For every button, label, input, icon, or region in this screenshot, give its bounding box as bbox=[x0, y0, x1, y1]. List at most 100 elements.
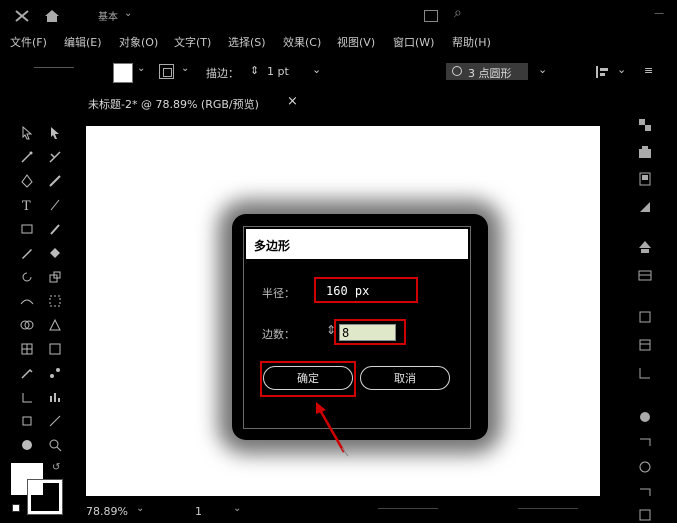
hand-tool-icon[interactable] bbox=[20, 438, 34, 452]
app-logo-icon bbox=[14, 9, 30, 26]
menu-view[interactable]: 视图(V) bbox=[337, 34, 375, 50]
status-divider bbox=[378, 508, 438, 509]
stroke-panel-icon[interactable] bbox=[638, 200, 652, 214]
character-panel-icon[interactable] bbox=[638, 485, 652, 499]
chevron-down-icon[interactable]: ⌄ bbox=[124, 8, 132, 19]
radius-label: 半径： bbox=[262, 287, 295, 300]
workspace-label[interactable]: 基本 bbox=[98, 8, 120, 23]
stroke-label: 描边： bbox=[206, 67, 239, 80]
stroke-chevron-down-icon[interactable]: ⌄ bbox=[181, 63, 189, 74]
menu-type[interactable]: 文字(T) bbox=[174, 34, 211, 50]
stroke-stepper-icon[interactable]: ⇕ bbox=[250, 64, 259, 77]
blend-tool-icon[interactable] bbox=[48, 366, 62, 380]
swap-colors-icon[interactable]: ↺ bbox=[52, 462, 60, 473]
home-icon[interactable] bbox=[44, 9, 60, 26]
line-tool-icon[interactable] bbox=[48, 198, 62, 212]
symbol-sprayer-tool-icon[interactable] bbox=[20, 390, 34, 404]
stroke-color-swatch[interactable] bbox=[27, 479, 63, 515]
menu-edit[interactable]: 编辑(E) bbox=[64, 34, 102, 50]
brush-selector[interactable]: 3 点圆形 bbox=[446, 63, 528, 80]
ok-button[interactable]: 确定 bbox=[263, 366, 353, 390]
type-tool-icon[interactable]: T bbox=[20, 198, 34, 212]
annotation-arrow bbox=[316, 402, 349, 457]
appearance-panel-icon[interactable] bbox=[638, 268, 652, 282]
zoom-tool-icon[interactable] bbox=[48, 438, 62, 452]
zoom-level[interactable]: 78.89% bbox=[86, 505, 128, 518]
paintbrush-tool-icon[interactable] bbox=[48, 222, 62, 236]
artboard-chevron-down-icon[interactable]: ⌄ bbox=[233, 503, 241, 514]
libraries-panel-icon[interactable] bbox=[638, 145, 652, 159]
brush-chevron-down-icon[interactable]: ⌄ bbox=[538, 63, 547, 76]
free-transform-tool-icon[interactable] bbox=[48, 294, 62, 308]
menu-window[interactable]: 窗口(W) bbox=[393, 34, 434, 50]
ok-button-label: 确定 bbox=[297, 372, 319, 385]
align-panel-icon[interactable] bbox=[638, 435, 652, 449]
menu-effect[interactable]: 效果(C) bbox=[283, 34, 321, 50]
panel-menu-icon[interactable]: ≡ bbox=[644, 64, 653, 77]
cancel-button[interactable]: 取消 bbox=[360, 366, 450, 390]
swatches-panel-icon[interactable] bbox=[638, 172, 652, 186]
rotate-tool-icon[interactable] bbox=[20, 270, 34, 284]
selection-tool-icon[interactable] bbox=[20, 126, 34, 140]
curvature-tool-icon[interactable] bbox=[48, 174, 62, 188]
align-icon[interactable] bbox=[596, 66, 610, 81]
selection-indicator bbox=[34, 67, 74, 68]
menu-bar: 文件(F) 编辑(E) 对象(O) 文字(T) 选择(S) 效果(C) 视图(V… bbox=[0, 32, 677, 52]
menu-select[interactable]: 选择(S) bbox=[228, 34, 266, 50]
gradient-tool-icon[interactable] bbox=[48, 342, 62, 356]
tools-panel: T ↺ bbox=[0, 118, 80, 523]
zoom-chevron-down-icon[interactable]: ⌄ bbox=[136, 503, 144, 514]
artboard-number[interactable]: 1 bbox=[195, 505, 202, 518]
properties-panel-icon[interactable] bbox=[638, 118, 652, 132]
menu-object[interactable]: 对象(O) bbox=[119, 34, 158, 50]
glyphs-panel-icon[interactable] bbox=[638, 460, 652, 474]
layers-panel-icon[interactable] bbox=[638, 310, 652, 324]
artboard-tool-icon[interactable] bbox=[20, 414, 34, 428]
status-divider bbox=[518, 508, 578, 509]
stroke-swatch[interactable] bbox=[159, 64, 174, 79]
eraser-tool-icon[interactable] bbox=[48, 246, 62, 260]
radius-input[interactable]: 160 px bbox=[314, 277, 418, 303]
width-tool-icon[interactable] bbox=[20, 294, 34, 308]
lasso-tool-icon[interactable] bbox=[48, 150, 62, 164]
sides-label: 边数： bbox=[262, 328, 295, 341]
color-panel-icon[interactable] bbox=[638, 240, 652, 254]
mesh-tool-icon[interactable] bbox=[20, 342, 34, 356]
menu-help[interactable]: 帮助(H) bbox=[452, 34, 491, 50]
arrange-documents-icon[interactable] bbox=[424, 10, 438, 22]
pathfinder-panel-icon[interactable] bbox=[638, 410, 652, 424]
search-icon[interactable]: ⌕ bbox=[454, 5, 462, 21]
column-graph-tool-icon[interactable] bbox=[48, 390, 62, 404]
pen-tool-icon[interactable] bbox=[20, 174, 34, 188]
direct-selection-tool-icon[interactable] bbox=[48, 126, 62, 140]
fill-chevron-down-icon[interactable]: ⌄ bbox=[137, 63, 145, 74]
shape-builder-tool-icon[interactable] bbox=[20, 318, 34, 332]
status-bar: 78.89% ⌄ 1 ⌄ bbox=[78, 500, 638, 522]
paragraph-panel-icon[interactable] bbox=[638, 508, 652, 522]
transform-panel-icon[interactable] bbox=[638, 366, 652, 380]
title-bar: 基本 ⌄ ⌕ — bbox=[0, 0, 677, 32]
fill-swatch[interactable] bbox=[113, 63, 133, 83]
svg-text:T: T bbox=[22, 199, 31, 212]
eyedropper-tool-icon[interactable] bbox=[20, 366, 34, 380]
rectangle-tool-icon[interactable] bbox=[20, 222, 34, 236]
stroke-weight-value[interactable]: 1 pt bbox=[267, 65, 289, 78]
pencil-tool-icon[interactable] bbox=[20, 246, 34, 260]
close-tab-icon[interactable]: × bbox=[287, 94, 298, 109]
scale-tool-icon[interactable] bbox=[48, 270, 62, 284]
artboards-panel-icon[interactable] bbox=[638, 338, 652, 352]
menu-file[interactable]: 文件(F) bbox=[10, 34, 47, 50]
magic-wand-tool-icon[interactable] bbox=[20, 150, 34, 164]
default-colors-icon[interactable] bbox=[12, 504, 20, 512]
document-tab[interactable]: 未标题-2* @ 78.89% (RGB/预览) × bbox=[80, 93, 310, 113]
sides-input[interactable] bbox=[339, 324, 396, 341]
dialog-title-bar: 多边形 bbox=[246, 229, 468, 259]
perspective-grid-tool-icon[interactable] bbox=[48, 318, 62, 332]
slice-tool-icon[interactable] bbox=[48, 414, 62, 428]
window-minimize-icon[interactable]: — bbox=[654, 8, 664, 19]
right-panel-dock bbox=[630, 110, 677, 523]
align-chevron-down-icon[interactable]: ⌄ bbox=[617, 63, 626, 76]
document-tab-label: 未标题-2* @ 78.89% (RGB/预览) bbox=[88, 98, 259, 111]
cancel-button-label: 取消 bbox=[394, 372, 416, 385]
stroke-weight-chevron-down-icon[interactable]: ⌄ bbox=[312, 63, 321, 76]
